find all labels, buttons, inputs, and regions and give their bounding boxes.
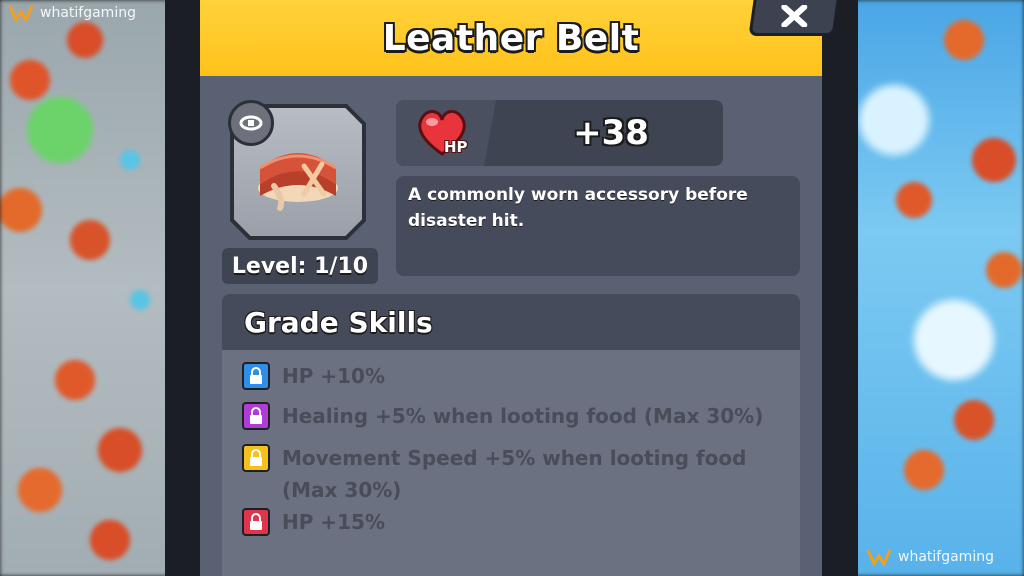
game-background-right [854,0,1024,576]
watermark-bottom-right: whatifgaming [866,548,994,566]
skill-text: HP +15% [282,510,385,534]
grade-skills-header: Grade Skills [222,294,800,350]
hp-label: HP [444,138,468,156]
skill-text: Movement Speed +5% when looting food (Ma… [282,446,747,502]
grade-skills-title: Grade Skills [244,305,433,339]
lock-icon [242,444,270,472]
watermark-logo-icon [866,549,892,566]
panel-frame-right [822,0,858,576]
skill-text: HP +10% [282,364,385,388]
close-icon [781,5,808,27]
title-bar: Leather Belt [200,0,822,76]
belt-slot-icon [239,115,263,131]
lock-icon [242,508,270,536]
lock-icon [242,362,270,390]
watermark-text: whatifgaming [40,5,136,21]
panel-frame-left [165,0,201,576]
game-background-left [0,0,175,576]
slot-badge [228,100,274,146]
level-text: Level: 1/10 [231,253,369,279]
skill-row: Healing +5% when looting food (Max 30%) [242,400,782,432]
grade-skills-panel: Grade Skills HP +10% Healing +5% when lo… [222,294,800,576]
skill-row: Movement Speed +5% when looting food (Ma… [242,442,752,506]
level-display: Level: 1/10 [222,248,378,284]
stat-value: +38 [573,113,649,153]
skill-text: Healing +5% when looting food (Max 30%) [282,404,764,428]
lock-icon [242,402,270,430]
stat-icon-area: HP [396,100,496,166]
watermark-logo-icon [8,5,34,22]
watermark-text: whatifgaming [898,549,994,565]
watermark-top-left: whatifgaming [8,4,136,22]
stat-box: HP +38 [396,100,723,166]
item-detail-panel: Leather Belt Level: 1/10 HP +38 A common… [200,0,842,576]
skill-row: HP +15% [242,506,782,538]
description-box: A commonly worn accessory before disaste… [396,176,800,276]
item-title: Leather Belt [382,17,640,59]
description-text: A commonly worn accessory before disaste… [408,185,748,231]
skill-row: HP +10% [242,360,782,392]
close-button[interactable] [748,0,842,36]
